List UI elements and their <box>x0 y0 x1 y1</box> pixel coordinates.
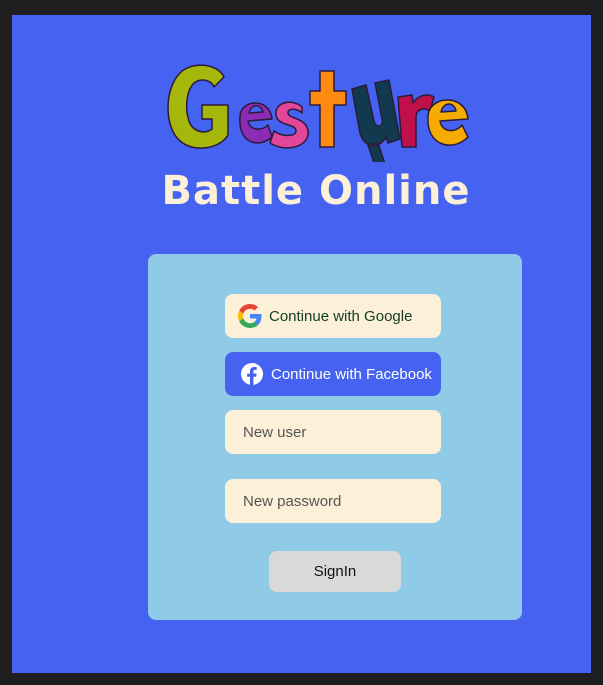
app-frame: Battle Online Continue with Google Conti… <box>12 15 591 673</box>
facebook-signin-button[interactable]: Continue with Facebook <box>225 352 441 396</box>
login-card: Continue with Google Continue with Faceb… <box>148 254 522 620</box>
username-input[interactable] <box>225 410 441 454</box>
facebook-button-label: Continue with Facebook <box>271 365 432 383</box>
gesture-logo <box>162 57 472 170</box>
password-input[interactable] <box>225 479 441 523</box>
google-button-label: Continue with Google <box>269 307 413 325</box>
signin-button[interactable]: SignIn <box>269 551 401 592</box>
google-icon <box>238 304 262 328</box>
google-signin-button[interactable]: Continue with Google <box>225 294 441 338</box>
subtitle: Battle Online <box>161 168 471 214</box>
facebook-icon <box>240 362 264 386</box>
